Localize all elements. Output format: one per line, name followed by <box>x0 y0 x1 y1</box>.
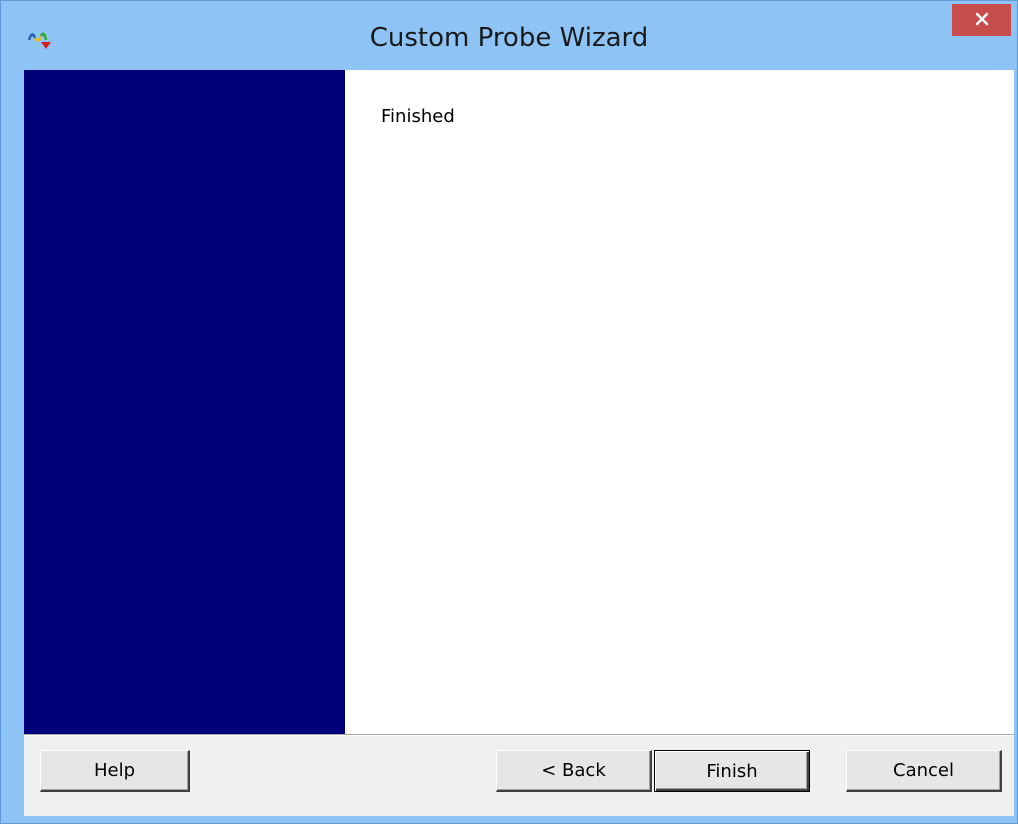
help-button[interactable]: Help <box>40 750 190 792</box>
cancel-button[interactable]: Cancel <box>846 750 1002 792</box>
title-bar[interactable]: Custom Probe Wizard <box>1 1 1017 69</box>
finish-button[interactable]: Finish <box>654 750 810 792</box>
close-button[interactable] <box>952 4 1011 36</box>
wizard-client-area: Finished Help < Back Finish Cancel <box>24 70 1014 816</box>
page-heading: Finished <box>381 106 455 127</box>
wizard-side-banner <box>24 70 345 734</box>
wizard-page-content: Finished <box>345 70 1014 734</box>
back-button[interactable]: < Back <box>496 750 652 792</box>
divider-highlight <box>24 735 1014 736</box>
close-icon <box>975 11 989 30</box>
wizard-window: Custom Probe Wizard Finished Help < Back… <box>0 0 1018 824</box>
window-title: Custom Probe Wizard <box>369 23 649 53</box>
